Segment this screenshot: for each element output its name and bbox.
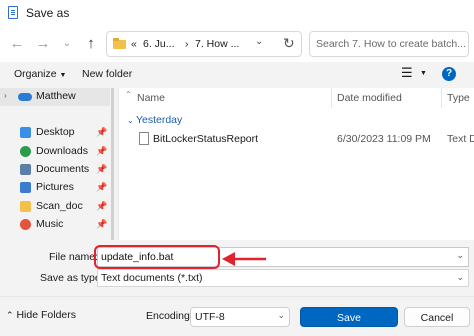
file-name-label: File name: bbox=[49, 251, 99, 263]
desktop-icon bbox=[20, 127, 31, 138]
navigation-row: ← → ⌄ ↑ « 6. Ju... › 7. How ... ⌄ ↻ Sear… bbox=[0, 26, 474, 62]
chevron-down-icon[interactable]: ⌄ bbox=[277, 310, 285, 321]
view-options-icon[interactable]: ☰ bbox=[401, 65, 413, 81]
download-icon bbox=[20, 146, 31, 157]
file-name: BitLockerStatusReport bbox=[153, 133, 259, 145]
help-icon[interactable]: ? bbox=[442, 67, 456, 81]
column-divider[interactable] bbox=[331, 88, 332, 108]
back-arrow-icon[interactable]: ← bbox=[8, 35, 26, 53]
refresh-icon[interactable]: ↻ bbox=[283, 35, 295, 52]
chevron-up-icon: ⌃ bbox=[6, 310, 14, 320]
organize-label: Organize bbox=[14, 68, 57, 80]
breadcrumb-separator: › bbox=[185, 38, 189, 50]
address-bar[interactable]: « 6. Ju... › 7. How ... ⌄ ↻ bbox=[106, 31, 302, 57]
nav-item-label: Pictures bbox=[36, 181, 74, 193]
annotation-arrow-icon bbox=[222, 252, 266, 266]
forward-arrow-icon[interactable]: → bbox=[34, 35, 52, 53]
save-as-type-label: Save as type: bbox=[40, 272, 104, 284]
nav-item-label: Matthew bbox=[36, 90, 76, 102]
group-label: Yesterday bbox=[135, 114, 183, 126]
nav-pane-scrollbar[interactable] bbox=[111, 88, 114, 240]
breadcrumb-current[interactable]: 7. How ... bbox=[195, 38, 239, 50]
save-as-type-select[interactable]: Text documents (*.txt) ⌄ bbox=[97, 269, 469, 287]
encoding-value: UTF-8 bbox=[195, 311, 225, 323]
nav-item-matthew[interactable]: › Matthew bbox=[0, 88, 110, 106]
nav-item-downloads[interactable]: Downloads 📌 bbox=[0, 143, 110, 161]
nav-item-label: Documents bbox=[36, 163, 90, 175]
nav-item-pictures[interactable]: Pictures 📌 bbox=[0, 179, 110, 197]
nav-item-label: Scan_doc bbox=[36, 200, 83, 212]
encoding-label: Encoding: bbox=[146, 310, 193, 322]
nav-item-desktop[interactable]: Desktop 📌 bbox=[0, 124, 110, 142]
pin-icon: 📌 bbox=[96, 219, 108, 229]
list-item[interactable]: BitLockerStatusReport 6/30/2023 11:09 PM… bbox=[119, 130, 474, 148]
folder-icon bbox=[20, 201, 31, 212]
window-title: Save as bbox=[26, 6, 70, 20]
text-file-icon bbox=[139, 132, 149, 145]
file-list-pane: ⌃ Name Date modified Type ⌄ Yesterday Bi… bbox=[118, 88, 474, 240]
nav-item-scan-doc[interactable]: Scan_doc 📌 bbox=[0, 198, 110, 216]
chevron-down-icon[interactable]: ⌄ bbox=[456, 250, 464, 261]
hide-folders-label: Hide Folders bbox=[16, 309, 76, 321]
music-icon bbox=[20, 219, 31, 230]
folder-icon bbox=[113, 38, 126, 49]
command-bar: Organize ▼ New folder ☰ ▼ ? bbox=[0, 62, 474, 88]
file-type: Text D bbox=[447, 133, 474, 145]
breadcrumb-overflow[interactable]: « bbox=[131, 38, 137, 50]
file-date: 6/30/2023 11:09 PM bbox=[337, 133, 431, 145]
documents-icon bbox=[20, 164, 31, 175]
view-caret-icon[interactable]: ▼ bbox=[420, 70, 427, 77]
expand-chevron-icon[interactable]: › bbox=[4, 91, 7, 100]
nav-item-music[interactable]: Music 📌 bbox=[0, 216, 110, 234]
pin-icon: 📌 bbox=[96, 146, 108, 156]
search-placeholder[interactable]: Search 7. How to create batch... bbox=[316, 38, 466, 50]
column-header-name[interactable]: Name bbox=[137, 92, 165, 104]
pin-icon: 📌 bbox=[96, 182, 108, 192]
save-button[interactable]: Save bbox=[300, 307, 398, 327]
pin-icon: 📌 bbox=[96, 201, 108, 211]
hide-folders-button[interactable]: ⌃ Hide Folders bbox=[6, 309, 76, 321]
group-header-yesterday[interactable]: ⌄ Yesterday bbox=[127, 114, 182, 126]
column-divider[interactable] bbox=[441, 88, 442, 108]
save-as-type-value: Text documents (*.txt) bbox=[101, 272, 203, 284]
up-arrow-icon[interactable]: ↑ bbox=[82, 35, 100, 53]
pin-icon: 📌 bbox=[96, 164, 108, 174]
cancel-button[interactable]: Cancel bbox=[404, 307, 470, 327]
nav-item-documents[interactable]: Documents 📌 bbox=[0, 161, 110, 179]
notepad-document-icon bbox=[8, 6, 18, 19]
title-bar: Save as bbox=[0, 0, 474, 27]
navigation-pane: › Matthew Desktop 📌 Downloads 📌 Document… bbox=[0, 88, 118, 240]
chevron-down-icon[interactable]: ⌄ bbox=[255, 36, 263, 47]
search-box[interactable]: Search 7. How to create batch... bbox=[309, 31, 469, 57]
column-header-date-modified[interactable]: Date modified bbox=[337, 92, 402, 104]
breadcrumb-june[interactable]: 6. Ju... bbox=[143, 38, 175, 50]
cloud-icon bbox=[18, 93, 32, 101]
pictures-icon bbox=[20, 182, 31, 193]
nav-item-label: Downloads bbox=[36, 145, 88, 157]
pin-icon: 📌 bbox=[96, 127, 108, 137]
nav-item-label: Desktop bbox=[36, 126, 75, 138]
nav-item-label: Music bbox=[36, 218, 64, 230]
caret-down-icon: ▼ bbox=[59, 72, 67, 79]
chevron-down-icon[interactable]: ⌄ bbox=[456, 272, 464, 283]
annotation-highlight-box bbox=[94, 245, 220, 269]
sort-caret-up-icon: ⌃ bbox=[125, 90, 132, 99]
dialog-footer: ⌃ Hide Folders Encoding: UTF-8 ⌄ Save Ca… bbox=[0, 296, 474, 336]
new-folder-button[interactable]: New folder bbox=[82, 68, 132, 80]
encoding-select[interactable]: UTF-8 ⌄ bbox=[190, 307, 290, 327]
organize-button[interactable]: Organize ▼ bbox=[14, 68, 66, 80]
column-header-type[interactable]: Type bbox=[447, 92, 470, 104]
recent-locations-chevron-icon[interactable]: ⌄ bbox=[58, 35, 76, 53]
collapse-chevron-icon: ⌄ bbox=[127, 116, 136, 125]
